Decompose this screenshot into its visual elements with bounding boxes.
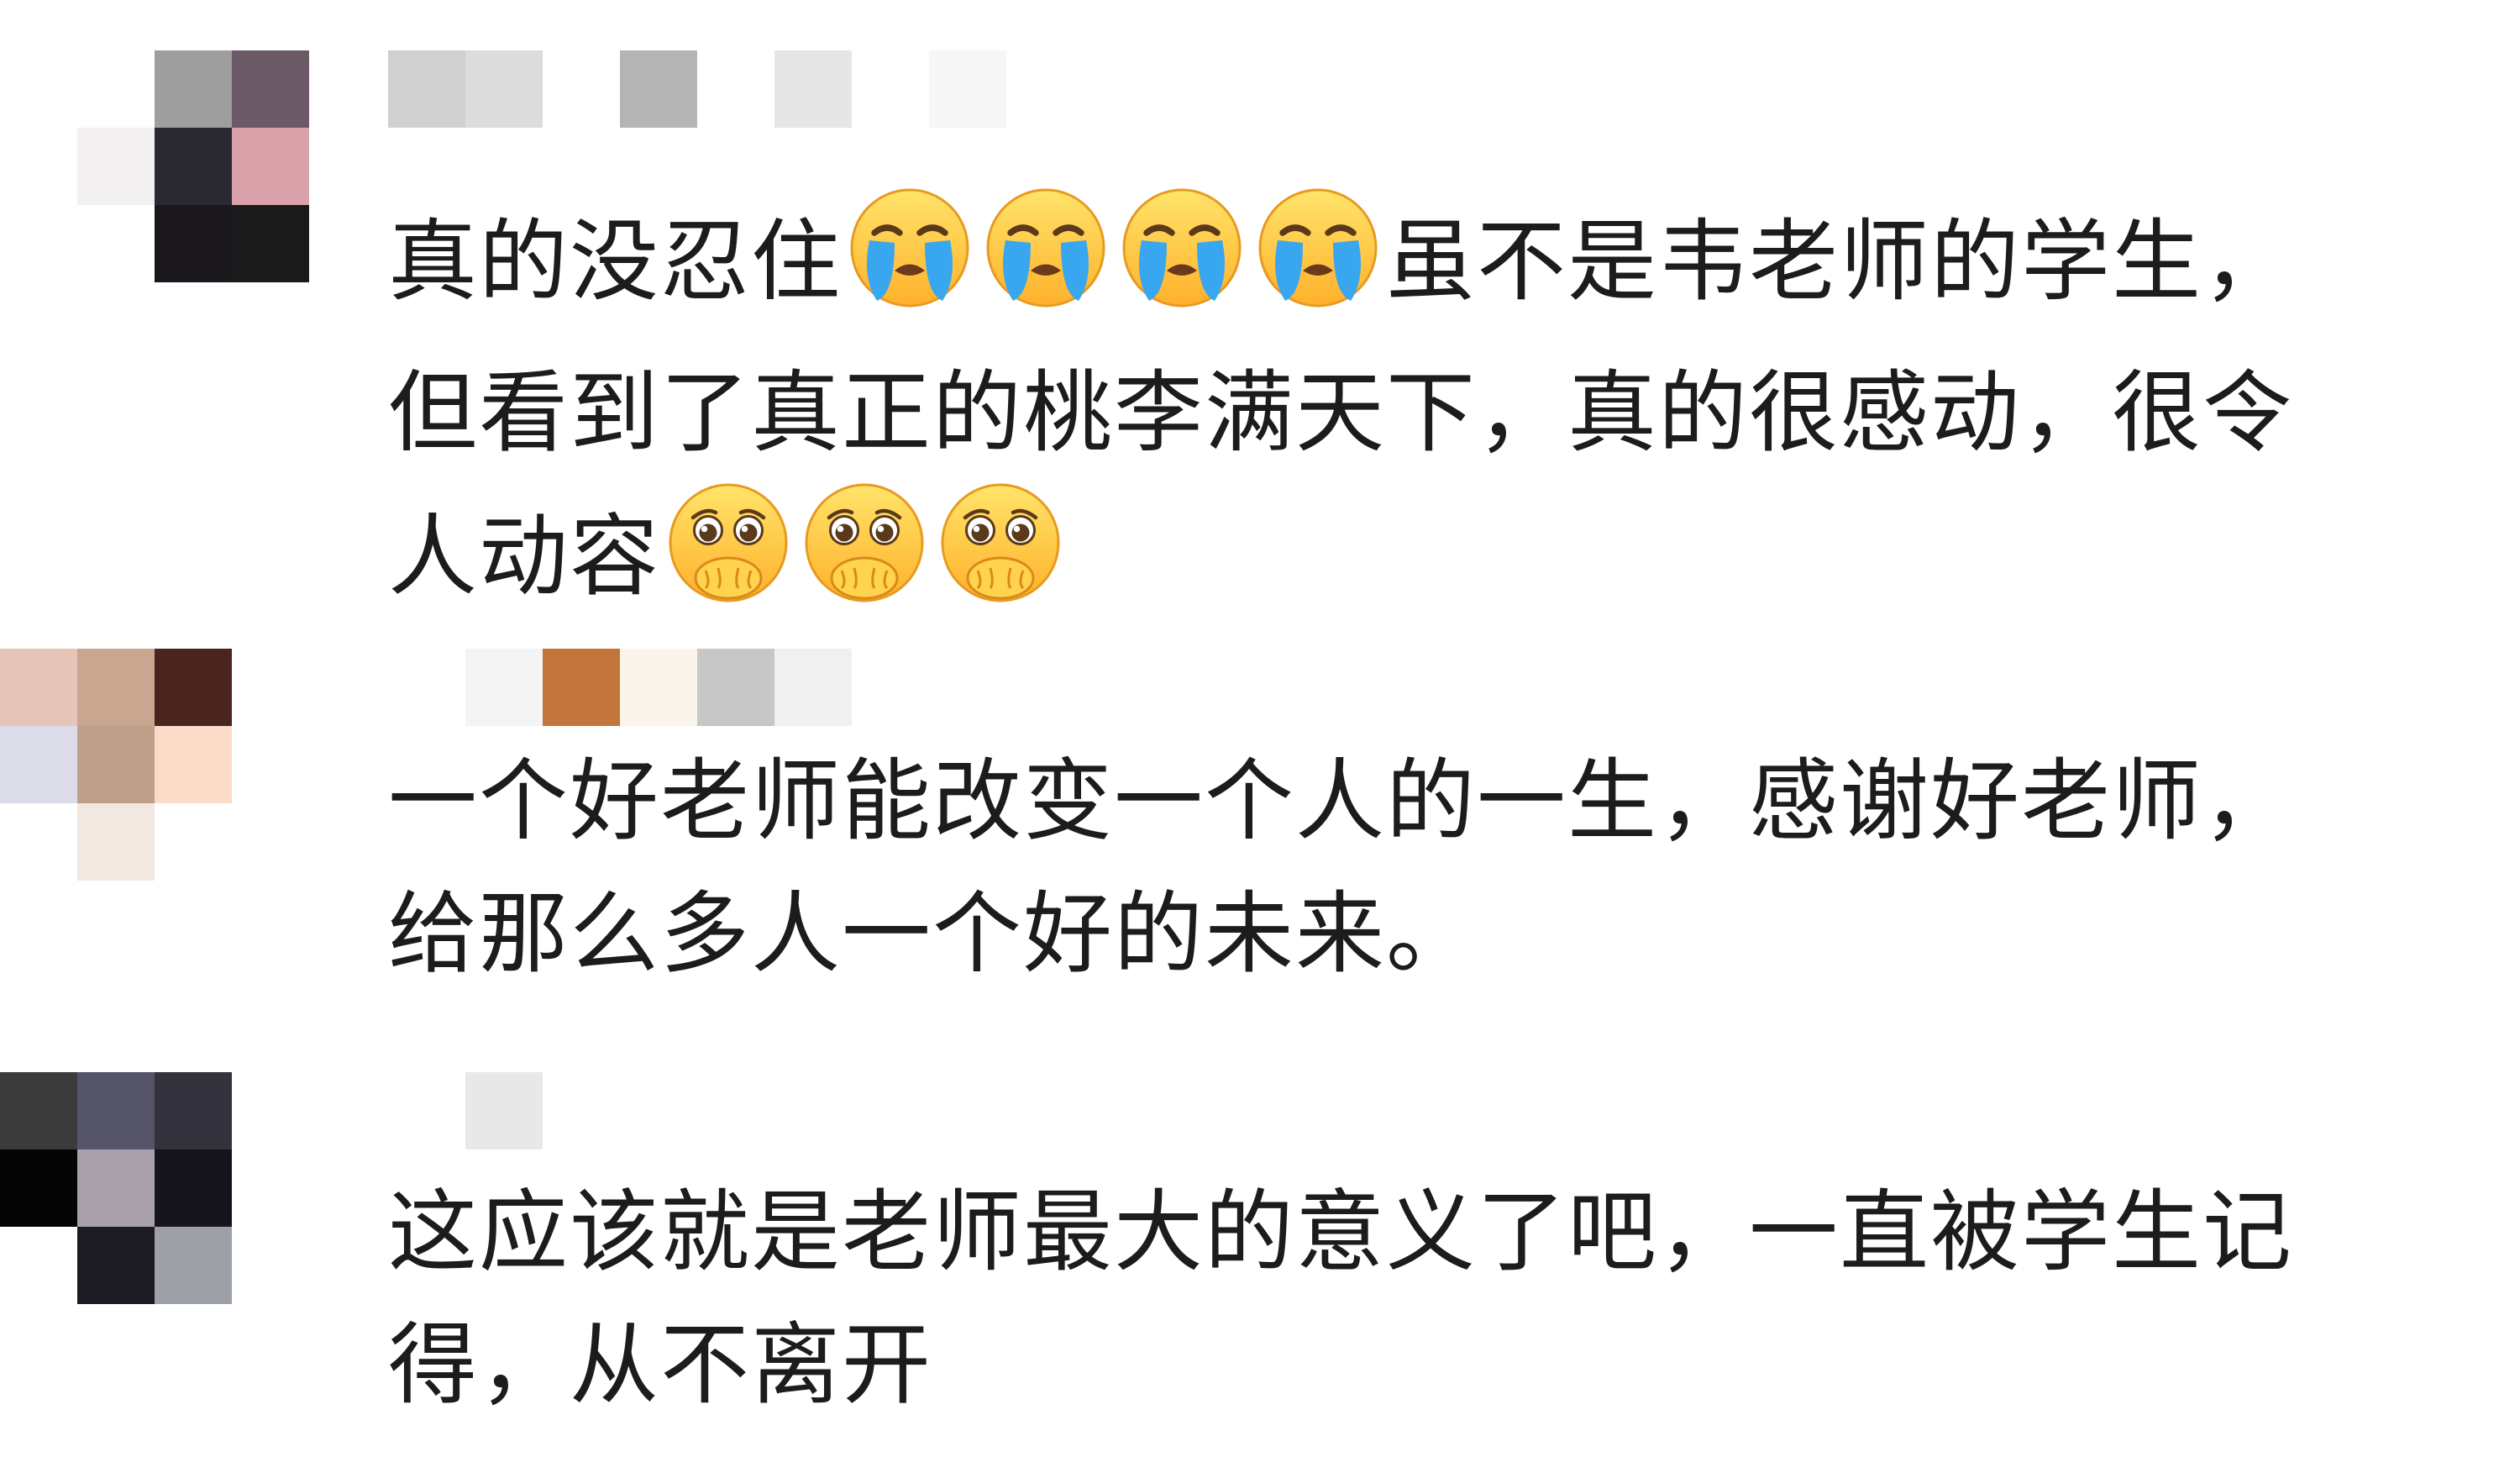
avatar-pixel bbox=[155, 649, 232, 726]
avatar-pixel bbox=[232, 649, 309, 726]
username-blurred[interactable] bbox=[388, 1072, 543, 1149]
username-pixel bbox=[388, 1072, 465, 1149]
holding-back-tears-icon bbox=[937, 480, 1063, 642]
username-pixel bbox=[620, 649, 697, 726]
avatar-pixel bbox=[155, 881, 232, 958]
avatar-pixel bbox=[232, 282, 309, 360]
avatar-pixel bbox=[0, 726, 77, 803]
avatar-pixel bbox=[0, 649, 77, 726]
username-blurred[interactable] bbox=[388, 50, 1006, 128]
username-pixel bbox=[774, 649, 852, 726]
avatar-pixel bbox=[232, 1227, 309, 1304]
username-pixel bbox=[697, 649, 774, 726]
holding-back-tears-icon bbox=[801, 480, 927, 642]
avatar-pixel bbox=[0, 1227, 77, 1304]
avatar-pixel bbox=[155, 1149, 232, 1227]
avatar-pixel bbox=[155, 803, 232, 881]
comment-text: 真的没忍住 虽不是韦老师的学生，但看到了真正的桃李满天下，真的很感动，很令人动容 bbox=[388, 185, 2320, 642]
avatar-pixel bbox=[309, 282, 386, 360]
emoji-group bbox=[660, 483, 1068, 608]
avatar[interactable] bbox=[0, 1072, 309, 1381]
avatar-pixel bbox=[155, 726, 232, 803]
avatar-pixel bbox=[232, 205, 309, 282]
avatar-pixel bbox=[0, 1304, 77, 1381]
loudly-crying-icon bbox=[847, 185, 973, 347]
avatar-pixel bbox=[77, 803, 155, 881]
avatar-pixel bbox=[77, 1227, 155, 1304]
avatar-pixel bbox=[155, 1072, 232, 1149]
avatar-pixel bbox=[232, 128, 309, 205]
username-pixel bbox=[929, 50, 1006, 128]
username-pixel bbox=[543, 649, 620, 726]
avatar-pixel bbox=[0, 1149, 77, 1227]
avatar-pixel bbox=[0, 803, 77, 881]
username-pixel bbox=[620, 50, 697, 128]
avatar-pixel bbox=[155, 1227, 232, 1304]
avatar-pixel bbox=[232, 803, 309, 881]
avatar-pixel bbox=[77, 50, 155, 128]
avatar-pixel bbox=[232, 726, 309, 803]
avatar-pixel bbox=[77, 881, 155, 958]
avatar-pixel bbox=[232, 881, 309, 958]
comment-thread: { "comments": [ { "avatar": { "colors": … bbox=[0, 0, 2520, 1457]
avatar-pixel bbox=[77, 205, 155, 282]
username-pixel bbox=[543, 50, 620, 128]
avatar-pixel bbox=[232, 1304, 309, 1381]
username-pixel bbox=[465, 1072, 543, 1149]
loudly-crying-icon bbox=[1255, 185, 1381, 347]
avatar-pixel bbox=[77, 1149, 155, 1227]
username-pixel bbox=[465, 649, 543, 726]
holding-back-tears-icon bbox=[665, 480, 791, 642]
avatar-pixel bbox=[309, 128, 386, 205]
username-pixel bbox=[465, 50, 543, 128]
comment-text: 这应该就是老师最大的意义了吧，一直被学生记得，从不离开 bbox=[388, 1181, 2293, 1417]
loudly-crying-icon bbox=[1119, 185, 1245, 347]
username-pixel bbox=[388, 649, 465, 726]
avatar-pixel bbox=[155, 50, 232, 128]
loudly-crying-icon bbox=[983, 185, 1109, 347]
comment-text-part: 真的没忍住 bbox=[388, 210, 842, 313]
avatar-pixel bbox=[77, 128, 155, 205]
username-pixel bbox=[774, 50, 852, 128]
avatar-pixel bbox=[155, 205, 232, 282]
username-pixel bbox=[852, 50, 929, 128]
comment-text: 一个好老师能改变一个人的一生，感谢好老师，给那么多人一个好的未来。 bbox=[388, 750, 2293, 986]
username-blurred[interactable] bbox=[388, 649, 852, 726]
avatar-pixel bbox=[77, 726, 155, 803]
emoji-group bbox=[842, 188, 1386, 313]
avatar-pixel bbox=[77, 1072, 155, 1149]
avatar-pixel bbox=[0, 881, 77, 958]
avatar-pixel bbox=[232, 1072, 309, 1149]
avatar-pixel bbox=[155, 282, 232, 360]
avatar-pixel bbox=[77, 649, 155, 726]
avatar-pixel bbox=[309, 50, 386, 128]
username-pixel bbox=[388, 50, 465, 128]
avatar[interactable] bbox=[0, 649, 309, 958]
avatar-pixel bbox=[0, 1072, 77, 1149]
avatar-pixel bbox=[77, 1304, 155, 1381]
avatar[interactable] bbox=[77, 50, 386, 360]
avatar-pixel bbox=[155, 1304, 232, 1381]
avatar-pixel bbox=[155, 128, 232, 205]
avatar-pixel bbox=[232, 50, 309, 128]
avatar-pixel bbox=[309, 205, 386, 282]
username-pixel bbox=[697, 50, 774, 128]
avatar-pixel bbox=[77, 282, 155, 360]
avatar-pixel bbox=[232, 1149, 309, 1227]
